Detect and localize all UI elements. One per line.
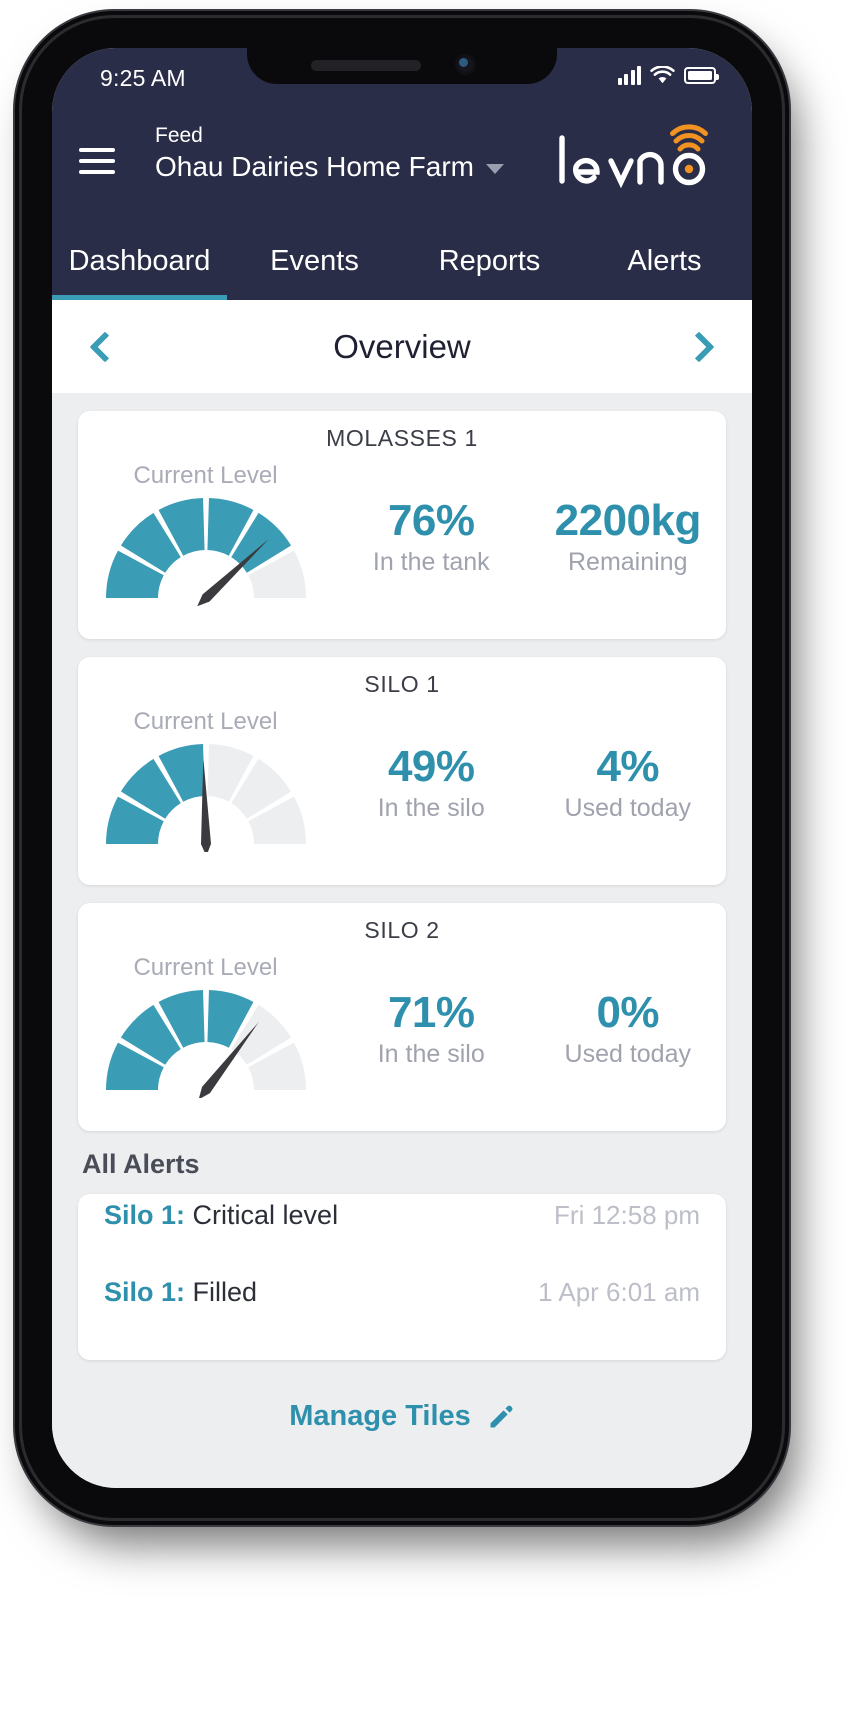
gauge-column: Current Level — [78, 698, 333, 856]
stat-secondary: 4% Used today — [530, 742, 727, 823]
status-bar-indicators — [617, 66, 719, 85]
gauge-chart — [102, 494, 310, 607]
gauge-caption: Current Level — [133, 708, 278, 735]
alert-text: Silo 1: Critical level — [104, 1200, 338, 1231]
alert-timestamp: 1 Apr 6:01 am — [538, 1277, 700, 1307]
gauge-column: Current Level — [78, 944, 333, 1100]
feed-selector[interactable]: Feed Ohau Dairies Home Farm — [155, 124, 504, 183]
gauge-caption: Current Level — [133, 462, 278, 489]
stat-label: Remaining — [567, 548, 688, 577]
alert-subject: Silo 1: — [104, 1277, 186, 1307]
status-bar-time: 9:25 AM — [100, 65, 186, 91]
stat-label: Used today — [564, 1040, 691, 1069]
cellular-signal-icon — [617, 66, 641, 85]
feed-label: Feed — [155, 124, 203, 147]
chevron-right-icon[interactable] — [683, 330, 715, 363]
device-notch — [247, 48, 557, 84]
alert-message: Critical level — [192, 1200, 339, 1230]
alert-row[interactable]: Silo 1: Critical level Fri 12:58 pm — [104, 1200, 700, 1277]
battery-full-icon — [684, 67, 719, 84]
stat-value: 76% — [387, 496, 475, 545]
all-alerts-heading: All Alerts — [82, 1149, 200, 1179]
alert-message: Filled — [192, 1277, 258, 1307]
tile-silo-1[interactable]: SILO 1 Current Level 49% In the silo 4% — [78, 657, 726, 885]
pencil-icon[interactable] — [487, 1403, 515, 1431]
tab-events[interactable]: Events — [227, 222, 402, 300]
alert-row[interactable]: Silo 1: Filled 1 Apr 6:01 am — [104, 1277, 700, 1354]
stat-label: In the tank — [372, 548, 490, 577]
phone-frame: 9:25 AM Feed Ohau Dairies Home Farm Dash… — [22, 18, 782, 1518]
gauge-caption: Current Level — [133, 954, 278, 981]
stat-secondary: 2200kg Remaining — [530, 496, 727, 577]
gauge-chart — [102, 986, 310, 1100]
earpiece-speaker — [311, 60, 421, 71]
main-tab-bar: Dashboard Events Reports Alerts — [52, 222, 752, 300]
stat-value: 4% — [596, 742, 660, 791]
alerts-list: Silo 1: Critical level Fri 12:58 pm Silo… — [78, 1194, 726, 1360]
page-title: Overview — [333, 327, 471, 365]
tab-dashboard[interactable]: Dashboard — [52, 222, 227, 300]
farm-selector-row[interactable]: Ohau Dairies Home Farm — [155, 151, 504, 183]
stat-secondary: 0% Used today — [530, 988, 727, 1069]
gauge-column: Current Level — [78, 452, 333, 607]
stat-label: Used today — [564, 794, 691, 823]
alert-timestamp: Fri 12:58 pm — [554, 1200, 700, 1230]
tile-title: MOLASSES 1 — [326, 425, 478, 451]
stat-primary: 71% In the silo — [333, 988, 530, 1069]
tile-silo-2[interactable]: SILO 2 Current Level 71% In the silo 0% — [78, 903, 726, 1131]
gauge-chart — [102, 740, 310, 856]
stat-value: 71% — [387, 988, 475, 1037]
manage-tiles-label: Manage Tiles — [289, 1400, 471, 1432]
tab-alerts[interactable]: Alerts — [577, 222, 752, 300]
stat-label: In the silo — [377, 1040, 485, 1069]
manage-tiles-button[interactable]: Manage Tiles — [78, 1400, 726, 1433]
levno-wifi-logo-icon — [670, 124, 708, 152]
tile-title: SILO 2 — [364, 917, 440, 943]
stat-value: 0% — [596, 988, 660, 1037]
stat-primary: 49% In the silo — [333, 742, 530, 823]
stat-primary: 76% In the tank — [333, 496, 530, 577]
app-header: Feed Ohau Dairies Home Farm — [52, 110, 752, 222]
tile-body: Current Level 71% In the silo 0% Used to… — [78, 944, 726, 1124]
tile-title: SILO 1 — [364, 671, 440, 697]
alert-subject: Silo 1: — [104, 1200, 186, 1230]
chevron-left-icon[interactable] — [89, 330, 121, 363]
tile-body: Current Level 49% In the silo 4% Used to… — [78, 698, 726, 878]
stat-value: 2200kg — [554, 496, 702, 545]
stats-column: 76% In the tank 2200kg Remaining — [333, 452, 726, 577]
levno-logo — [559, 124, 708, 189]
status-bar: 9:25 AM — [52, 48, 752, 110]
stats-column: 71% In the silo 0% Used today — [333, 944, 726, 1069]
stat-value: 49% — [387, 742, 475, 791]
tile-molasses-1[interactable]: MOLASSES 1 Current Level 76% In the tank… — [78, 411, 726, 639]
alert-text: Silo 1: Filled — [104, 1277, 257, 1308]
overview-pager: Overview — [52, 300, 752, 393]
stats-column: 49% In the silo 4% Used today — [333, 698, 726, 823]
wifi-icon — [650, 66, 675, 84]
tile-body: Current Level 76% In the tank 2200kg Rem… — [78, 452, 726, 632]
phone-screen: 9:25 AM Feed Ohau Dairies Home Farm Dash… — [52, 48, 752, 1488]
farm-name: Ohau Dairies Home Farm — [155, 151, 474, 182]
chevron-down-icon[interactable] — [485, 164, 504, 174]
tab-reports[interactable]: Reports — [402, 222, 577, 300]
hamburger-menu-icon[interactable] — [79, 148, 115, 174]
dashboard-content: MOLASSES 1 Current Level 76% In the tank… — [52, 393, 752, 1488]
front-camera — [455, 54, 476, 75]
stat-label: In the silo — [377, 794, 485, 823]
